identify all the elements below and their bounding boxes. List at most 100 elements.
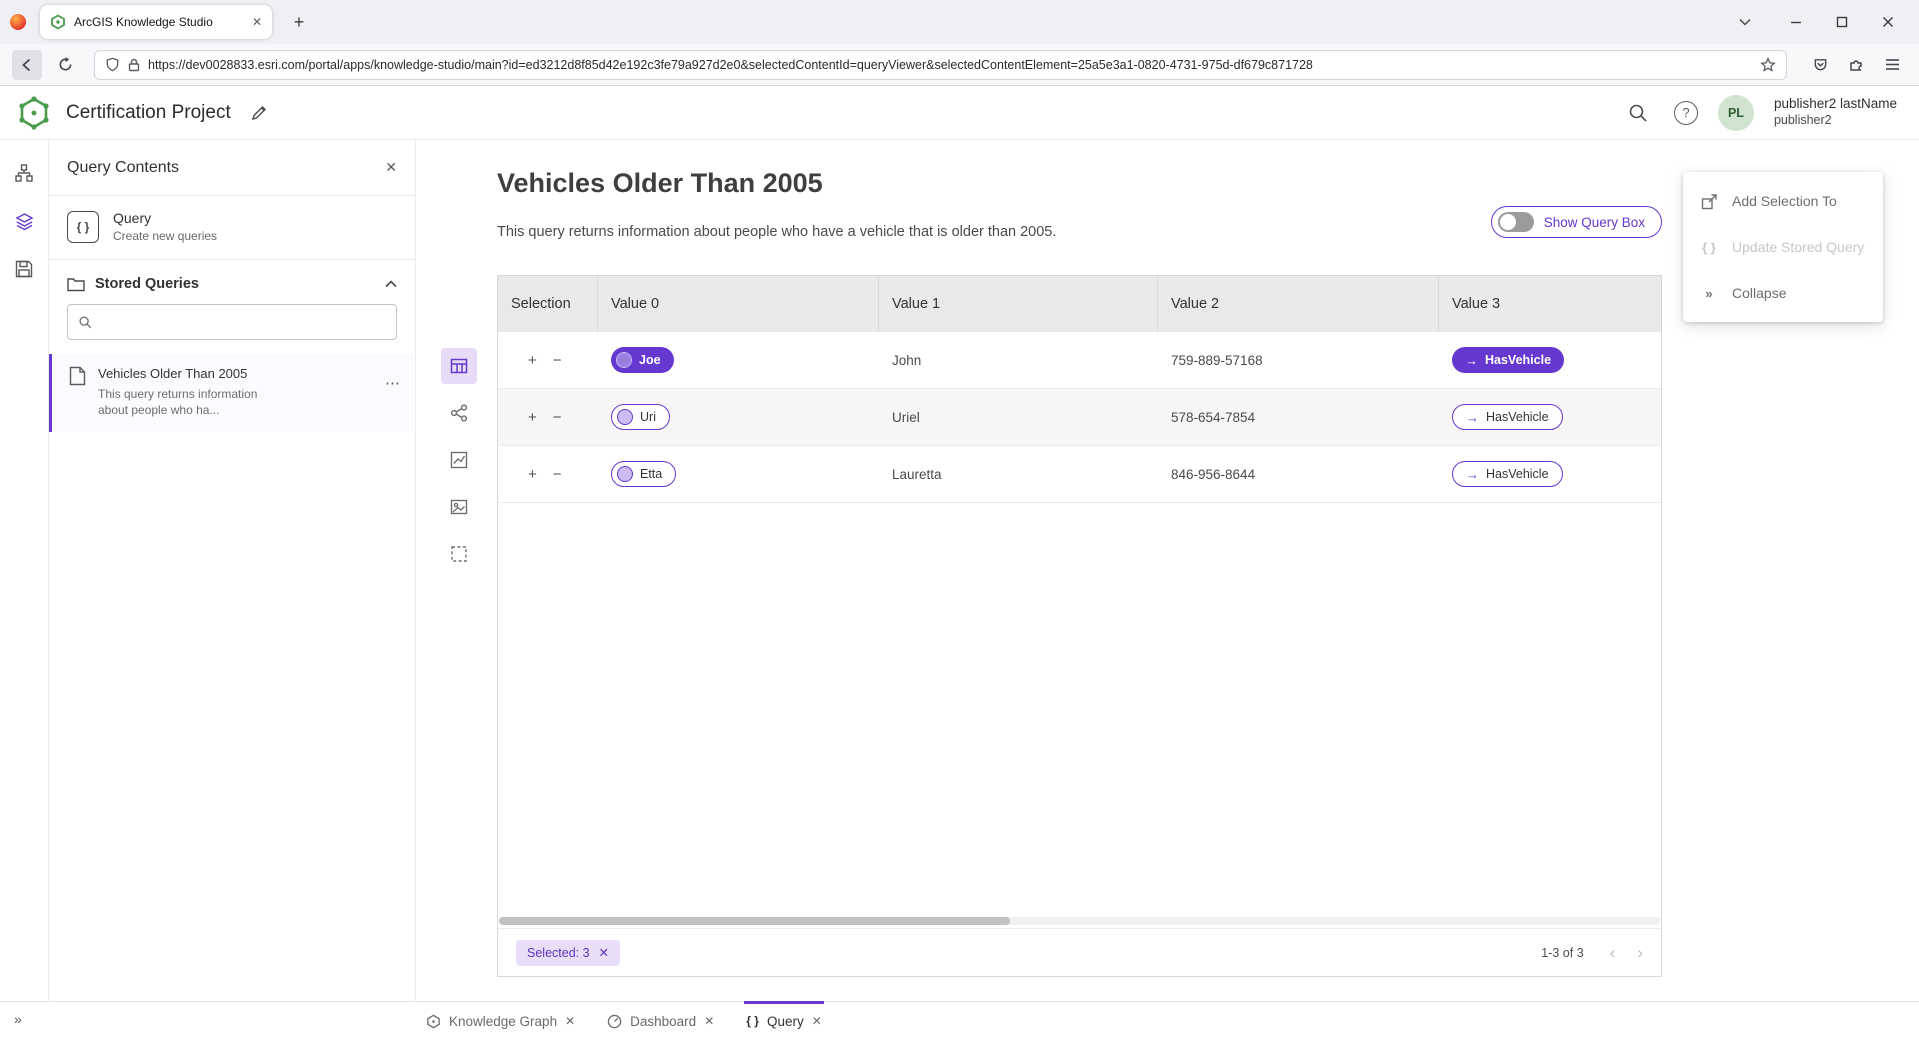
cell-value[interactable]: 846-956-8644 (1158, 467, 1439, 482)
entity-pill[interactable]: Joe (611, 347, 674, 373)
column-header[interactable]: Value 2 (1158, 276, 1439, 332)
pagination: 1-3 of 3 ‹ › (1541, 943, 1643, 963)
save-to-pocket-icon[interactable] (1805, 50, 1835, 80)
link-chart-view-icon[interactable] (441, 395, 477, 431)
entity-pill[interactable]: Uri (611, 404, 670, 430)
maximize-button[interactable] (1819, 0, 1865, 44)
cell-value[interactable]: John (879, 353, 1158, 368)
tab-close-icon[interactable]: ✕ (565, 1014, 575, 1028)
scrollbar-thumb[interactable] (499, 917, 1010, 925)
stored-query-options-icon[interactable]: ⋯ (385, 374, 401, 392)
column-header[interactable]: Selection (498, 276, 598, 332)
selection-dropdown-menu: Add Selection To { } Update Stored Query… (1683, 172, 1883, 322)
toggle-track[interactable] (1498, 212, 1534, 232)
menu-item-collapse[interactable]: » Collapse (1683, 270, 1883, 316)
selection-tool-icon[interactable] (441, 536, 477, 572)
query-contents-panel: Query Contents ✕ { } Query Create new qu… (49, 140, 416, 1001)
minimize-button[interactable] (1773, 0, 1819, 44)
menu-item-update-stored-query[interactable]: { } Update Stored Query (1683, 224, 1883, 270)
chevron-up-icon[interactable] (385, 280, 397, 288)
add-selection-icon[interactable]: + (528, 466, 537, 483)
relationship-pill[interactable]: → HasVehicle (1452, 347, 1564, 373)
header-right-cluster: ? PL publisher2 lastName publisher2 (1622, 95, 1897, 131)
user-info[interactable]: publisher2 lastName publisher2 (1774, 96, 1897, 129)
cell-value[interactable]: Lauretta (879, 467, 1158, 482)
panel-close-icon[interactable]: ✕ (385, 159, 397, 176)
remove-selection-icon[interactable]: − (553, 352, 562, 369)
extensions-puzzle-icon[interactable] (1841, 50, 1871, 80)
entity-node-icon (617, 409, 633, 425)
close-window-button[interactable] (1865, 0, 1911, 44)
layers-icon[interactable] (2, 200, 46, 242)
bottom-tab-bar: » Knowledge Graph ✕ Dashboard ✕ { } Quer… (0, 1001, 1919, 1038)
new-tab-button[interactable]: + (284, 7, 314, 37)
tab-dashboard[interactable]: Dashboard ✕ (605, 1001, 716, 1038)
add-selection-icon[interactable]: + (528, 409, 537, 426)
map-view-icon[interactable] (441, 489, 477, 525)
bookmark-star-icon[interactable] (1760, 57, 1776, 73)
search-icon (78, 315, 92, 329)
cell-value[interactable]: 759-889-57168 (1158, 353, 1439, 368)
remove-selection-icon[interactable]: − (553, 409, 562, 426)
entity-pill[interactable]: Etta (611, 461, 676, 487)
table-view-icon[interactable] (441, 348, 477, 384)
menu-item-add-selection-to[interactable]: Add Selection To (1683, 178, 1883, 224)
braces-icon: { } (1699, 240, 1719, 255)
view-toolbar (441, 348, 477, 572)
scrollbar-track[interactable] (499, 917, 1660, 925)
project-tree-icon[interactable] (2, 152, 46, 194)
tab-close-icon[interactable]: ✕ (704, 1014, 714, 1028)
url-bar[interactable]: https://dev0028833.esri.com/portal/apps/… (94, 50, 1787, 80)
navbar-right-icons (1805, 50, 1907, 80)
menu-hamburger-icon[interactable] (1877, 50, 1907, 80)
reload-button[interactable] (50, 50, 80, 80)
help-icon[interactable]: ? (1674, 101, 1698, 125)
relationship-pill[interactable]: → HasVehicle (1452, 461, 1563, 487)
content-area: Query Contents ✕ { } Query Create new qu… (0, 140, 1919, 1001)
column-header[interactable]: Value 0 (598, 276, 879, 332)
tab-knowledge-graph[interactable]: Knowledge Graph ✕ (424, 1001, 577, 1038)
table-row[interactable]: + − Uri Uriel 578-654-7854 → HasVehicle (498, 389, 1661, 446)
user-avatar[interactable]: PL (1718, 95, 1754, 131)
tab-close-icon[interactable]: ✕ (252, 15, 262, 29)
tab-query[interactable]: { } Query ✕ (744, 1001, 824, 1038)
show-query-box-toggle[interactable]: Show Query Box (1491, 206, 1662, 238)
new-query-item[interactable]: { } Query Create new queries (49, 196, 415, 260)
stored-queries-search-input[interactable] (100, 315, 386, 330)
chart-view-icon[interactable] (441, 442, 477, 478)
tracking-shield-icon[interactable] (105, 57, 120, 72)
stored-queries-search[interactable] (67, 304, 397, 340)
relationship-pill[interactable]: → HasVehicle (1452, 404, 1563, 430)
knowledge-graph-icon (426, 1014, 441, 1029)
back-button[interactable] (12, 50, 42, 80)
previous-page-icon[interactable]: ‹ (1610, 943, 1616, 963)
search-icon[interactable] (1622, 97, 1654, 129)
selected-count-chip[interactable]: Selected: 3 ✕ (516, 940, 620, 966)
edit-title-pencil-icon[interactable] (251, 104, 268, 121)
column-header[interactable]: Value 3 (1439, 276, 1661, 332)
entity-label: Uri (640, 410, 656, 424)
horizontal-scrollbar[interactable] (498, 914, 1661, 928)
firefox-icon[interactable] (10, 14, 26, 30)
cell-value[interactable]: 578-654-7854 (1158, 410, 1439, 425)
add-selection-icon[interactable]: + (528, 352, 537, 369)
lock-icon[interactable] (128, 58, 140, 72)
table-row[interactable]: + − Joe John 759-889-57168 → HasVehicle (498, 332, 1661, 389)
table-row[interactable]: + − Etta Lauretta 846-956-8644 → HasVehi… (498, 446, 1661, 503)
tab-close-icon[interactable]: ✕ (812, 1014, 822, 1028)
cell-value[interactable]: Uriel (879, 410, 1158, 425)
stored-query-title: Vehicles Older Than 2005 (98, 366, 276, 381)
expand-panel-icon[interactable]: » (14, 1011, 22, 1027)
query-description: This query returns information about peo… (497, 224, 1056, 240)
save-icon[interactable] (2, 248, 46, 290)
query-braces-icon: { } (746, 1014, 759, 1028)
stored-queries-header[interactable]: Stored Queries (49, 260, 415, 302)
next-page-icon[interactable]: › (1637, 943, 1643, 963)
list-all-tabs-icon[interactable] (1739, 18, 1751, 26)
stored-query-list-item[interactable]: Vehicles Older Than 2005 This query retu… (49, 354, 415, 432)
url-text[interactable]: https://dev0028833.esri.com/portal/apps/… (148, 58, 1752, 72)
clear-selection-icon[interactable]: ✕ (599, 945, 609, 960)
column-header[interactable]: Value 1 (879, 276, 1158, 332)
remove-selection-icon[interactable]: − (553, 466, 562, 483)
browser-tab[interactable]: ArcGIS Knowledge Studio ✕ (40, 5, 272, 39)
